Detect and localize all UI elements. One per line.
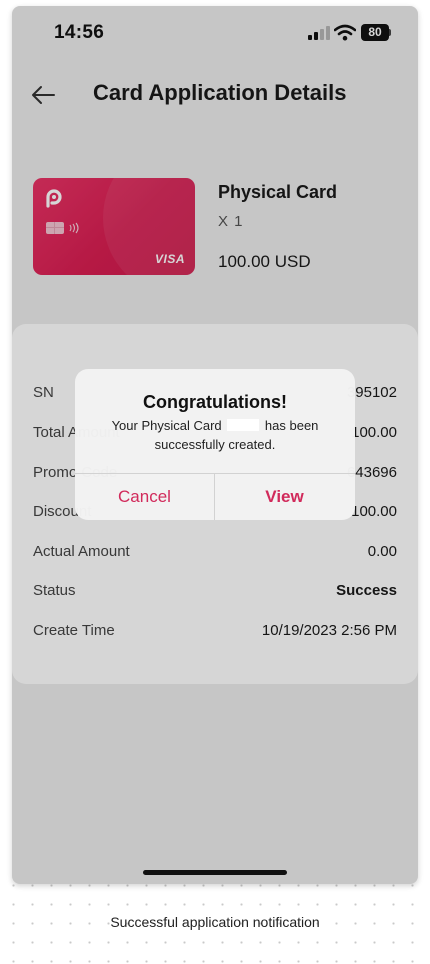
view-button[interactable]: View xyxy=(215,474,354,520)
dialog-message-start: Your Physical Card xyxy=(111,418,222,433)
home-indicator[interactable] xyxy=(143,870,287,875)
dialog-message: Your Physical Card has been successfully… xyxy=(89,416,341,454)
redacted-card-number xyxy=(227,419,260,431)
cancel-button[interactable]: Cancel xyxy=(75,474,214,520)
phone-screen: 14:56 80 Card Application Details VISA P… xyxy=(12,6,418,884)
success-dialog: Congratulations! Your Physical Card has … xyxy=(75,369,355,520)
screenshot-caption: Successful application notification xyxy=(110,914,320,930)
dialog-title: Congratulations! xyxy=(143,392,287,412)
